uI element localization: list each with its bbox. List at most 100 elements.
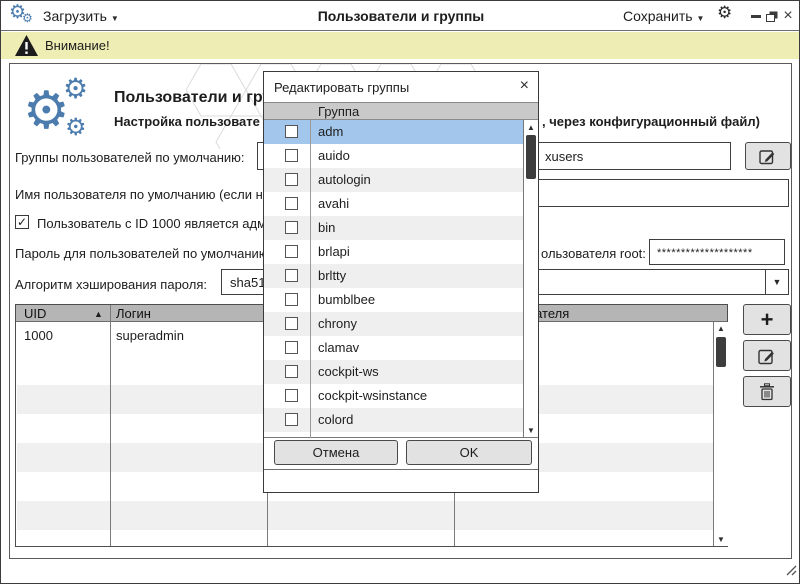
group-name: brlapi	[318, 244, 350, 259]
default-groups-label: Группы пользователей по умолчанию:	[15, 150, 245, 165]
column-header-login[interactable]: Логин	[116, 306, 151, 321]
add-user-button[interactable]: +	[743, 304, 791, 335]
scrollbar-thumb[interactable]	[716, 337, 726, 367]
dialog-footer-divider	[264, 469, 538, 470]
cell-uid[interactable]: 1000	[24, 328, 53, 343]
dialog-close-icon[interactable]: ×	[520, 77, 529, 95]
warning-bar: Внимание!	[1, 32, 799, 59]
scroll-down-icon[interactable]: ▼	[524, 426, 538, 435]
users-groups-gears-icon-small: ⚙	[63, 75, 88, 103]
ok-button[interactable]: OK	[406, 440, 532, 465]
sort-ascending-icon[interactable]: ▲	[94, 309, 103, 319]
users-groups-gears-icon-small2: ⚙	[65, 115, 87, 139]
group-row[interactable]: bin	[264, 216, 523, 240]
group-name: adm	[318, 124, 343, 139]
admin-checkbox[interactable]: ✓	[15, 215, 29, 229]
root-password-label: ользователя root:	[541, 246, 646, 261]
resize-grip[interactable]	[783, 563, 798, 576]
group-row[interactable]: colord	[264, 408, 523, 432]
group-row[interactable]: cockpit-ws	[264, 360, 523, 384]
app-logo-icon-small: ⚙	[22, 12, 33, 24]
restore-icon	[766, 11, 778, 22]
group-checkbox[interactable]	[285, 173, 298, 186]
cancel-button[interactable]: Отмена	[274, 440, 398, 465]
default-username-label: Имя пользователя по умолчанию (если нет	[15, 187, 276, 202]
warning-text: Внимание!	[45, 38, 110, 53]
group-checkbox[interactable]	[285, 197, 298, 210]
group-checkbox[interactable]	[285, 221, 298, 234]
minimize-button[interactable]	[749, 9, 763, 23]
group-name: cockpit-ws	[318, 364, 379, 379]
group-name: colord	[318, 412, 353, 427]
groups-list-header: Группа	[264, 102, 538, 120]
group-checkbox[interactable]	[285, 245, 298, 258]
default-groups-value: xusers	[545, 149, 583, 164]
default-password-label: Пароль для пользователей по умолчанию:	[15, 246, 272, 261]
settings-gear-icon[interactable]: ⚙	[717, 5, 732, 22]
ok-button-label: OK	[460, 445, 479, 460]
load-menu[interactable]: Загрузить ▼	[43, 8, 119, 24]
group-checkbox[interactable]	[285, 269, 298, 282]
dialog-scrollbar[interactable]: ▲ ▼	[523, 120, 538, 438]
scroll-up-icon[interactable]: ▲	[714, 324, 728, 333]
delete-user-button[interactable]	[743, 376, 791, 407]
group-name: auido	[318, 148, 350, 163]
dialog-title: Редактировать группы	[274, 80, 409, 95]
group-row[interactable]: clamav	[264, 336, 523, 360]
group-checkbox[interactable]	[285, 365, 298, 378]
group-row[interactable]: bumblbee	[264, 288, 523, 312]
warning-triangle-icon	[15, 35, 38, 56]
group-checkbox[interactable]	[285, 125, 298, 138]
group-checkbox[interactable]	[285, 317, 298, 330]
table-row[interactable]	[17, 501, 713, 530]
group-name: autologin	[318, 172, 371, 187]
cell-login[interactable]: superadmin	[116, 328, 184, 343]
page-subtitle-left: Настройка пользовате	[114, 114, 260, 129]
edit-groups-dialog: Редактировать группы × Группа adm auido …	[263, 71, 539, 493]
cancel-button-label: Отмена	[313, 445, 360, 460]
group-row[interactable]: auido	[264, 144, 523, 168]
maximize-button[interactable]	[765, 9, 779, 23]
group-row[interactable]: avahi	[264, 192, 523, 216]
group-name: brltty	[318, 268, 346, 283]
group-row[interactable]: cockpit-wsinstance	[264, 384, 523, 408]
close-button[interactable]: ×	[781, 9, 795, 23]
minimize-icon	[751, 15, 761, 18]
group-row[interactable]: autologin	[264, 168, 523, 192]
group-checkbox[interactable]	[285, 413, 298, 426]
group-name: bin	[318, 220, 335, 235]
scroll-down-icon[interactable]: ▼	[714, 535, 728, 544]
select-arrow-icon[interactable]: ▼	[765, 270, 788, 294]
group-row[interactable]: chrony	[264, 312, 523, 336]
group-row-adm[interactable]: adm	[264, 120, 523, 144]
column-header-uid[interactable]: UID	[24, 306, 46, 321]
group-row[interactable]: brltty	[264, 264, 523, 288]
pencil-square-icon	[759, 148, 777, 165]
group-checkbox[interactable]	[285, 341, 298, 354]
scrollbar-thumb[interactable]	[526, 135, 536, 179]
save-menu[interactable]: Сохранить ▼	[623, 8, 704, 24]
scroll-up-icon[interactable]: ▲	[524, 123, 538, 132]
close-icon: ×	[783, 7, 792, 25]
plus-icon: +	[761, 307, 774, 333]
chevron-down-icon: ▼	[111, 14, 119, 23]
group-row[interactable]: brlapi	[264, 240, 523, 264]
load-menu-label: Загрузить	[43, 8, 107, 24]
edit-user-button[interactable]	[743, 340, 791, 371]
admin-checkbox-label: Пользователь с ID 1000 является адм	[37, 216, 266, 231]
table-scrollbar[interactable]: ▲ ▼	[713, 322, 728, 546]
save-menu-label: Сохранить	[623, 8, 693, 24]
root-password-input[interactable]: ********************	[649, 239, 785, 265]
group-checkbox[interactable]	[285, 149, 298, 162]
checkbox-column-divider	[310, 120, 311, 438]
groups-list: adm auido autologin avahi bin brlapi	[264, 120, 538, 438]
group-name: cockpit-wsinstance	[318, 388, 427, 403]
column-divider	[110, 305, 111, 546]
group-checkbox[interactable]	[285, 293, 298, 306]
group-checkbox[interactable]	[285, 389, 298, 402]
title-bar: ⚙ ⚙ Загрузить ▼ Пользователи и группы Со…	[1, 1, 799, 31]
root-password-value: ********************	[657, 247, 753, 259]
edit-groups-button[interactable]	[745, 142, 791, 170]
group-name: clamav	[318, 340, 359, 355]
column-header-group[interactable]: Группа	[318, 104, 359, 119]
